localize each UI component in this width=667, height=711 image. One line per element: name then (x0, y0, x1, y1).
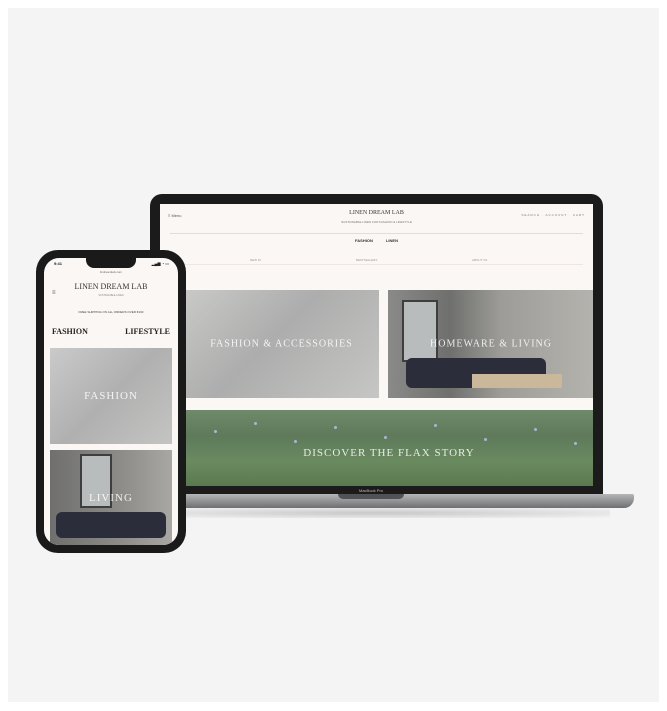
status-time: 9:41 (54, 261, 63, 266)
laptop-shadow (140, 508, 610, 518)
subnav-divider (170, 264, 583, 265)
status-icons: ▂▄▆ ◔ ▭ (151, 261, 169, 266)
flower-dot (384, 436, 387, 439)
flower-dot (214, 430, 217, 433)
tile-label: FASHION & ACCESSORIES (210, 338, 353, 350)
subnav-item[interactable]: ABOUT US (472, 258, 487, 262)
flower-dot (294, 440, 297, 443)
phone-notch (86, 258, 136, 268)
flower-dot (334, 426, 337, 429)
nav-item-lifestyle[interactable]: LIFESTYLE (125, 327, 170, 336)
subnav-item[interactable]: BESTSELLERS (356, 258, 377, 262)
banner-label: DISCOVER THE FLAX STORY (303, 447, 475, 459)
promo-banner: FREE SHIPPING ON ALL ORDERS OVER €100 (78, 310, 144, 314)
nav-item-fashion[interactable]: FASHION (52, 327, 88, 336)
category-tile-home[interactable]: HOMEWARE & LIVING (388, 290, 593, 398)
window-image (402, 300, 438, 362)
flower-dot (484, 438, 487, 441)
tile-label: FASHION (84, 390, 138, 402)
laptop-brand-label: MacBook Pro (358, 488, 383, 493)
category-tile-fashion[interactable]: FASHION (50, 348, 172, 444)
smartphone: 9:41 ▂▄▆ ◔ ▭ lindreamlab.com ≡ LINEN DRE… (36, 250, 186, 553)
flower-dot (534, 428, 537, 431)
site-tagline: SUSTAINABLE LINEN FOR FASHION & LIFESTYL… (341, 220, 412, 224)
category-tile-living[interactable]: LIVING (50, 450, 172, 545)
laptop-screen: ≡ Menu LINEN DREAM LAB SUSTAINABLE LINEN… (160, 204, 593, 486)
laptop: ≡ Menu LINEN DREAM LAB SUSTAINABLE LINEN… (150, 194, 603, 496)
header-divider (170, 233, 583, 234)
nav-item-fashion[interactable]: FASHION (355, 238, 373, 243)
tile-label: HOMEWARE & LIVING (430, 338, 552, 350)
laptop-notch (338, 494, 404, 499)
site-header: ≡ Menu LINEN DREAM LAB SUSTAINABLE LINEN… (160, 204, 593, 230)
phone-nav: FASHION LIFESTYLE (52, 327, 170, 336)
nav-item-linen[interactable]: LINEN (386, 238, 398, 243)
subnav-item[interactable]: NEW IN (250, 258, 261, 262)
utility-links[interactable]: SEARCH · ACCOUNT · CART (521, 213, 585, 217)
tile-label: LIVING (89, 491, 133, 504)
flower-dot (254, 422, 257, 425)
browser-url[interactable]: lindreamlab.com (44, 270, 178, 274)
flower-dot (434, 424, 437, 427)
sofa-image (56, 512, 166, 538)
site-logo[interactable]: LINEN DREAM LAB (44, 282, 178, 291)
table-image (472, 374, 562, 388)
main-nav: FASHION LINEN (160, 238, 593, 243)
flower-dot (574, 442, 577, 445)
category-tile-fashion[interactable]: FASHION & ACCESSORIES (184, 290, 379, 398)
site-tagline: SUSTAINABLE LINEN (98, 294, 124, 297)
phone-screen: 9:41 ▂▄▆ ◔ ▭ lindreamlab.com ≡ LINEN DRE… (44, 258, 178, 545)
banner-flax-field[interactable]: DISCOVER THE FLAX STORY (184, 410, 593, 486)
